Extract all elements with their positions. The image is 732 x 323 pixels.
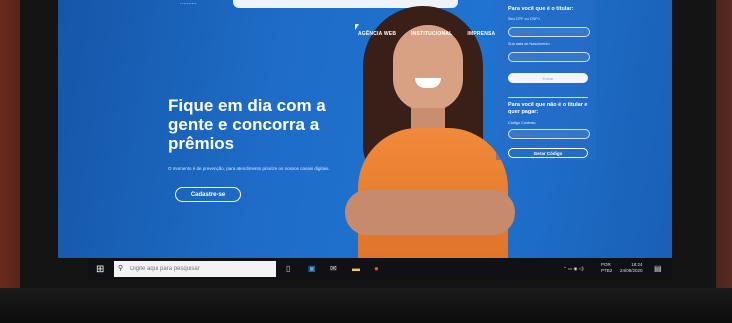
main-nav: AGÊNCIA WEB INSTITUCIONAL IMPRENSA	[358, 31, 495, 37]
mail-icon[interactable]: ✉	[330, 264, 337, 273]
nav-agencia-web[interactable]: AGÊNCIA WEB	[358, 31, 396, 37]
lang-bottom: PTB2	[601, 268, 613, 273]
cpf-label: Seu CPF ou CNPJ	[508, 17, 540, 21]
nav-institucional[interactable]: INSTITUCIONAL	[411, 31, 452, 37]
site-logo[interactable]: ..........	[180, 0, 197, 6]
panel-divider	[508, 97, 588, 98]
birth-label: Sua data de Nascimento	[508, 42, 550, 46]
register-button[interactable]: Cadastre-se	[175, 187, 241, 202]
nav-imprensa[interactable]: IMPRENSA	[467, 31, 495, 37]
holder-title: Para você que é o titular:	[508, 6, 574, 12]
browser-viewport: .......... AGÊNCIA WEB INSTITUCIONAL IMP…	[58, 0, 672, 258]
system-tray-icons[interactable]: ⌃ ▭ ◉ ◁)	[563, 266, 584, 272]
birthdate-input[interactable]	[508, 52, 590, 62]
clock-date: 24/08/2020	[620, 268, 643, 273]
language-indicator[interactable]: POR PTB2	[601, 262, 612, 274]
non-holder-title: Para você que não é o titular e quer pag…	[508, 102, 588, 115]
notifications-icon[interactable]: ▤	[654, 264, 662, 273]
contract-code-label: Código Contrato	[508, 121, 536, 125]
contract-code-input[interactable]	[508, 129, 590, 139]
chrome-icon[interactable]: ●	[374, 264, 379, 273]
mouse-cursor-icon	[355, 24, 359, 30]
hero-subtitle: O momento é de prevenção, para atendimen…	[168, 166, 330, 171]
search-icon: ⚲	[118, 265, 124, 272]
hero-title: Fique em dia com a gente e concorra a pr…	[168, 96, 326, 153]
windows-start-icon[interactable]: ⊞	[96, 264, 104, 275]
clock[interactable]: 18:24 24/08/2020	[620, 262, 643, 274]
laptop-base	[0, 288, 732, 323]
store-icon[interactable]: ▣	[308, 264, 316, 273]
folder-icon[interactable]: ▬	[352, 264, 360, 273]
cpf-input[interactable]	[508, 27, 590, 37]
generate-code-button[interactable]: Gerar Código	[508, 148, 588, 158]
windows-taskbar: ⊞ ⚲ ▯ ▣ ✉ ▬ ● ⌃ ▭ ◉ ◁) POR PTB2 18:24 24…	[88, 258, 672, 280]
enter-button[interactable]: Entrar	[508, 73, 588, 83]
login-panel: Para você que é o titular: Seu CPF ou CN…	[496, 0, 596, 160]
task-view-icon[interactable]: ▯	[286, 264, 290, 273]
taskbar-search-input[interactable]	[114, 261, 276, 277]
